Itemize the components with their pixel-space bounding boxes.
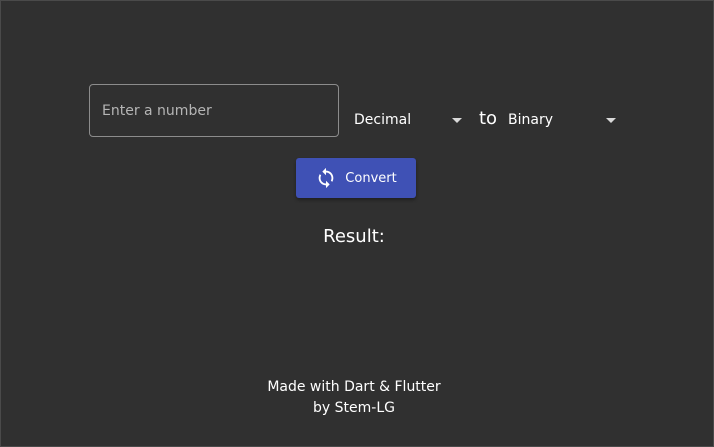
to-base-selected: Binary bbox=[508, 112, 553, 128]
caret-down-icon bbox=[606, 117, 616, 123]
number-input[interactable] bbox=[89, 84, 339, 137]
from-base-dropdown[interactable]: Decimal bbox=[354, 104, 464, 136]
to-base-dropdown[interactable]: Binary bbox=[508, 104, 618, 136]
convert-button[interactable]: Convert bbox=[296, 158, 416, 198]
convert-button-label: Convert bbox=[345, 170, 397, 186]
sync-icon bbox=[315, 167, 337, 189]
footer-credits: Made with Dart & Flutter by Stem-LG bbox=[0, 377, 714, 419]
caret-down-icon bbox=[452, 117, 462, 123]
to-label: to bbox=[479, 108, 498, 129]
result-label: Result: bbox=[323, 226, 385, 247]
footer-line-author: by Stem-LG bbox=[313, 400, 395, 416]
from-base-selected: Decimal bbox=[354, 112, 412, 128]
footer-line-made-with: Made with Dart & Flutter bbox=[267, 379, 441, 395]
